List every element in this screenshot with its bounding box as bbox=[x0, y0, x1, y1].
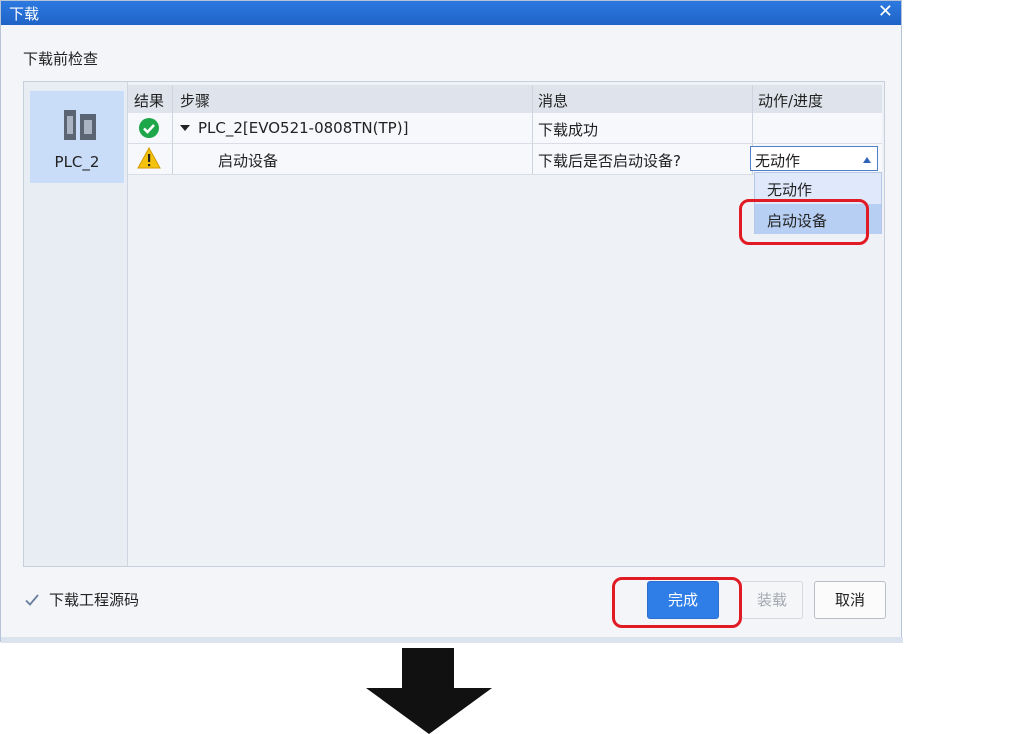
device-label: PLC_2 bbox=[54, 153, 100, 171]
arrow-down-icon bbox=[366, 648, 492, 734]
device-card-plc[interactable]: PLC_2 bbox=[30, 91, 124, 183]
step-text: 启动设备 bbox=[218, 152, 279, 170]
highlight-box-start-device bbox=[739, 199, 869, 245]
section-label: 下载前检查 bbox=[23, 50, 99, 68]
window-title: 下载 bbox=[9, 5, 40, 23]
step-text: PLC_2[EVO521-0808TN(TP)] bbox=[198, 119, 409, 137]
message-cell: 下载成功 bbox=[538, 121, 599, 139]
header-step: 步骤 bbox=[180, 92, 211, 110]
collapse-triangle-icon[interactable] bbox=[180, 125, 190, 131]
bottom-strip bbox=[1, 637, 903, 643]
plc-icon bbox=[64, 110, 96, 140]
select-value: 无动作 bbox=[755, 152, 801, 170]
cancel-button[interactable]: 取消 bbox=[814, 581, 886, 619]
table-row[interactable]: 启动设备 下载后是否启动设备? 无动作 bbox=[128, 144, 882, 175]
title-bar: 下载 ✕ bbox=[1, 1, 901, 25]
close-icon[interactable]: ✕ bbox=[878, 1, 893, 23]
message-cell: 下载后是否启动设备? bbox=[538, 152, 681, 170]
warning-icon bbox=[137, 147, 161, 169]
table-header: 结果 步骤 消息 动作/进度 bbox=[128, 85, 882, 114]
header-action: 动作/进度 bbox=[758, 92, 824, 110]
check-table: 结果 步骤 消息 动作/进度 PLC_2[EVO521-0808TN(TP)] … bbox=[128, 82, 884, 566]
chevron-up-icon bbox=[863, 157, 871, 163]
header-result: 结果 bbox=[134, 92, 165, 110]
highlight-box-finish bbox=[612, 577, 742, 628]
check-panel: PLC_2 结果 步骤 消息 动作/进度 PLC_2[EVO521-0808TN… bbox=[23, 81, 885, 567]
header-message: 消息 bbox=[538, 92, 569, 110]
check-circle-icon bbox=[139, 118, 159, 138]
device-column: PLC_2 bbox=[24, 82, 128, 566]
checkbox-label: 下载工程源码 bbox=[49, 591, 140, 609]
load-button[interactable]: 装载 bbox=[741, 581, 803, 619]
table-row[interactable]: PLC_2[EVO521-0808TN(TP)] 下载成功 bbox=[128, 113, 882, 144]
checkbox-download-source[interactable] bbox=[23, 591, 41, 609]
step-cell: PLC_2[EVO521-0808TN(TP)] bbox=[180, 119, 408, 137]
action-select[interactable]: 无动作 bbox=[750, 146, 878, 171]
download-dialog: 下载 ✕ 下载前检查 PLC_2 结果 步骤 消息 动作/进度 PLC_2[EV… bbox=[0, 0, 903, 643]
